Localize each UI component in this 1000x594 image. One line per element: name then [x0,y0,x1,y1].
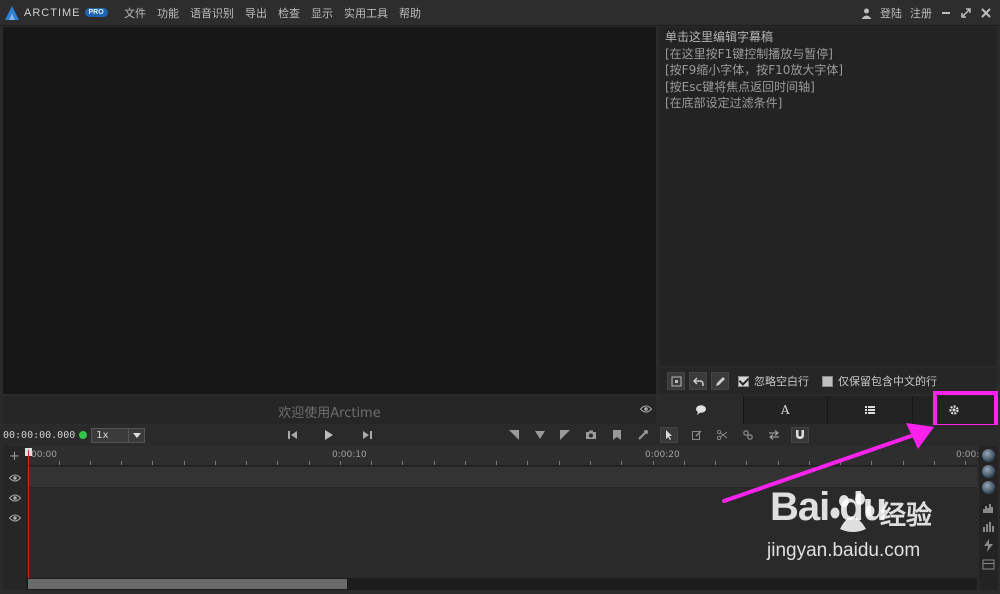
menu-help[interactable]: 帮助 [399,5,421,21]
ignore-blank-label: 忽略空白行 [754,375,809,388]
watermark-url: jingyan.baidu.com [767,540,921,561]
undo-button[interactable] [689,372,707,390]
ruler-label: 00:00 [31,450,57,460]
menu-export[interactable]: 导出 [245,5,267,21]
skip-back-icon[interactable] [286,428,300,442]
eye-icon[interactable] [9,493,21,503]
checkbox-checked[interactable] [738,375,749,387]
eye-icon[interactable] [640,404,652,414]
undo-icon [692,376,704,386]
menu-file[interactable]: 文件 [124,5,146,21]
menu-tools[interactable]: 实用工具 [344,5,388,21]
ruler-label: 0:00:20 [645,450,680,460]
scrollbar-thumb[interactable] [28,579,347,589]
menu-bar: ARCTIME PRO 文件 功能 语音识别 导出 检查 显示 实用工具 帮助 … [0,0,1000,26]
mark-down-icon[interactable] [533,428,547,442]
app-brand: ARCTIME [24,6,81,19]
add-button[interactable] [667,372,685,390]
register-link[interactable]: 注册 [910,5,932,21]
video-caption-bar: 欢迎使用Arctime [3,396,656,424]
volume-knob-icon[interactable] [982,465,995,478]
ignore-blank-checkbox[interactable]: 忽略空白行 [738,373,809,389]
app-logo: ARCTIME PRO [4,5,120,21]
user-icon [861,8,872,19]
timeline-scrollbar[interactable] [27,578,977,590]
chevron-down-icon[interactable] [128,428,144,442]
login-link[interactable]: 登陆 [880,5,902,21]
subtitle-line: 单击这里编辑字幕稿 [665,30,774,44]
subtitle-editor[interactable]: 单击这里编辑字幕稿 [在这里按F1键控制播放与暂停] [按F9缩小字体，按F10… [659,27,997,366]
menu-function[interactable]: 功能 [157,5,179,21]
menu-speech-recognition[interactable]: 语音识别 [190,5,234,21]
edit-icon [715,376,725,386]
pro-badge: PRO [84,8,108,17]
volume-knob-icon[interactable] [982,449,995,462]
arctime-logo-icon [5,5,19,20]
eye-icon[interactable] [9,473,21,483]
status-dot [79,431,88,439]
line-tool-icon[interactable] [636,428,650,442]
close-icon[interactable] [980,7,992,19]
play-icon[interactable] [322,428,336,442]
timecode: 00:00:00.000 [3,429,76,441]
maximize-icon[interactable] [960,7,972,19]
add-icon [671,376,681,386]
menu-check[interactable]: 检查 [278,5,300,21]
subtitle-line: [按F9缩小字体，按F10放大字体] [665,63,844,77]
main-menu: 文件 功能 语音识别 导出 检查 显示 实用工具 帮助 [124,5,432,21]
edit-button[interactable] [711,372,729,390]
subtitle-line: [在底部设定过滤条件] [665,96,783,110]
subtitle-line: [按Esc键将焦点返回时间轴] [665,79,815,94]
add-track-icon[interactable]: + [9,449,20,464]
playhead[interactable] [28,450,29,578]
keep-chinese-label: 仅保留包含中文的行 [838,375,937,388]
mark-in-icon[interactable] [507,428,521,442]
menu-display[interactable]: 显示 [311,5,333,21]
watermark-product: 经验 [880,501,933,531]
welcome-text: 欢迎使用Arctime [278,406,381,421]
speed-value: 1x [96,429,109,441]
ruler-label: 0:00:10 [332,450,367,460]
minimize-icon[interactable] [940,7,952,19]
watermark-brand: Bai du [770,485,887,529]
speed-select[interactable]: 1x [91,427,146,443]
mark-out-icon[interactable] [558,428,572,442]
checkbox-unchecked[interactable] [822,375,833,387]
skip-forward-icon[interactable] [360,428,374,442]
keep-chinese-checkbox[interactable]: 仅保留包含中文的行 [822,373,937,389]
subtitle-line: [在这里按F1键控制播放与暂停] [665,46,833,61]
video-preview[interactable] [3,27,656,394]
baidu-watermark: Bai du 经验 jingyan.baidu.com [745,485,985,575]
camera-icon[interactable] [584,428,598,442]
cursor-icon[interactable] [660,427,678,443]
eye-icon[interactable] [9,513,21,523]
account-controls: 登陆 注册 [861,0,992,26]
bookmark-icon[interactable] [610,428,624,442]
